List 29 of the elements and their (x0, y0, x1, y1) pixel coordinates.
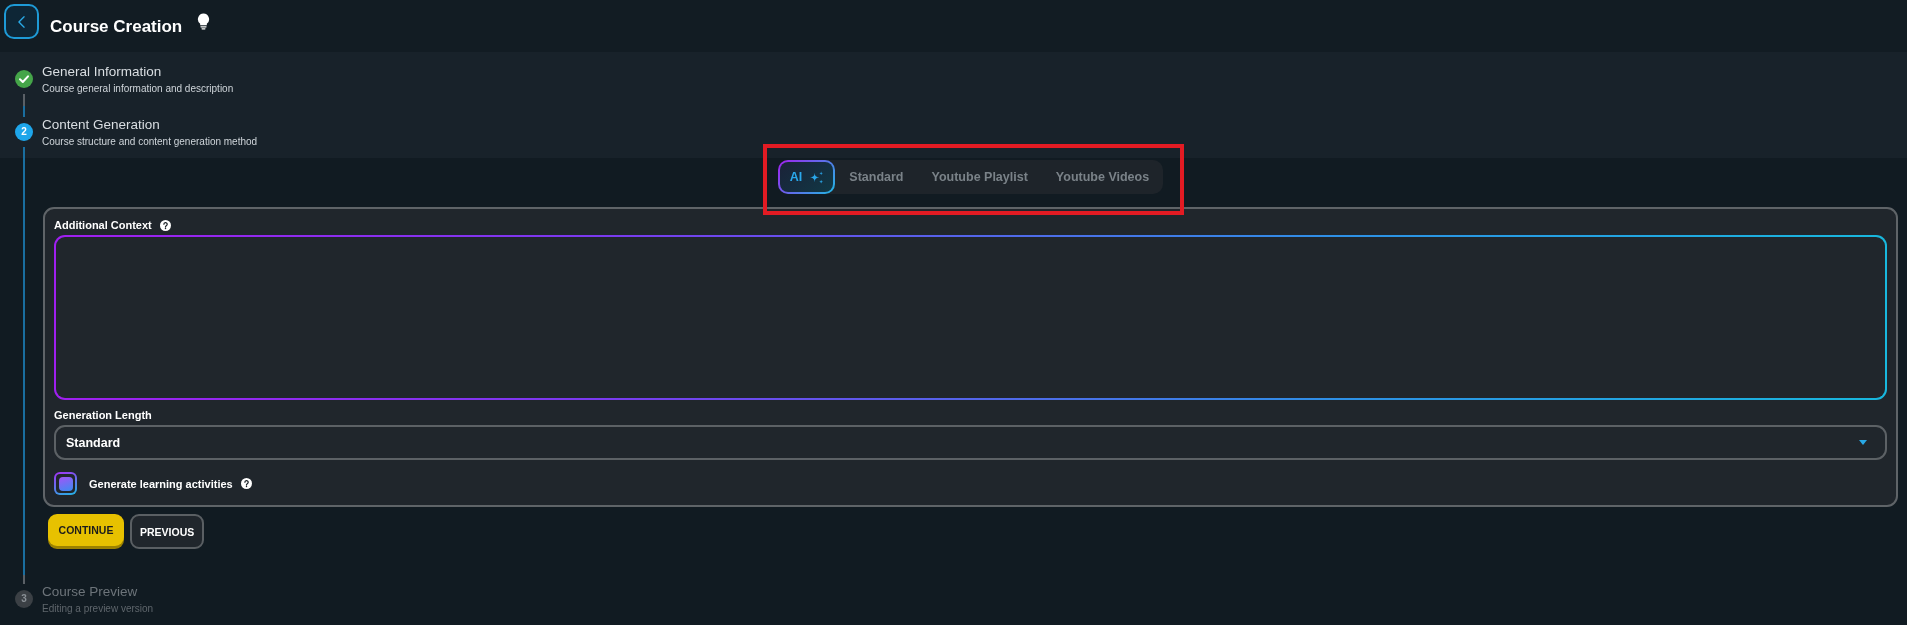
page-title: Course Creation (50, 17, 183, 37)
checkbox-label: Generate learning activities (89, 477, 233, 490)
step-title: Course Preview (42, 583, 139, 600)
method-tab[interactable]: Youtube Playlist (917, 160, 1042, 194)
step-number: 3 (15, 590, 33, 608)
context-field[interactable] (54, 235, 1887, 400)
step-number: 2 (15, 123, 33, 141)
step-subtitle: Course structure and content generation method (42, 135, 258, 148)
previous-button[interactable]: PREVIOUS (130, 514, 204, 549)
help-icon[interactable] (159, 219, 171, 231)
step-title: General Information (42, 63, 163, 80)
field-label: Additional Context (54, 218, 152, 232)
method-tab[interactable]: Youtube Videos (1041, 160, 1164, 194)
length-select[interactable]: Standard (54, 425, 1887, 460)
chevron-left-icon (18, 15, 25, 28)
continue-button[interactable]: CONTINUE (48, 514, 124, 546)
back-button[interactable] (4, 4, 39, 39)
method-tab[interactable]: AI (777, 160, 836, 194)
step-subtitle: Course general information and description (42, 82, 234, 95)
caret-down-icon (1859, 440, 1867, 445)
help-icon[interactable] (240, 478, 252, 489)
step-subtitle: Editing a preview version (42, 602, 154, 615)
lightbulb-icon[interactable] (197, 13, 211, 30)
activities-checkbox[interactable] (54, 472, 77, 495)
method-tab[interactable]: Standard (835, 160, 918, 194)
check-circle-icon (15, 70, 33, 88)
step-title: Content Generation (42, 116, 161, 133)
sparkle-icon (809, 170, 825, 184)
field-label: Generation Length (54, 408, 152, 422)
